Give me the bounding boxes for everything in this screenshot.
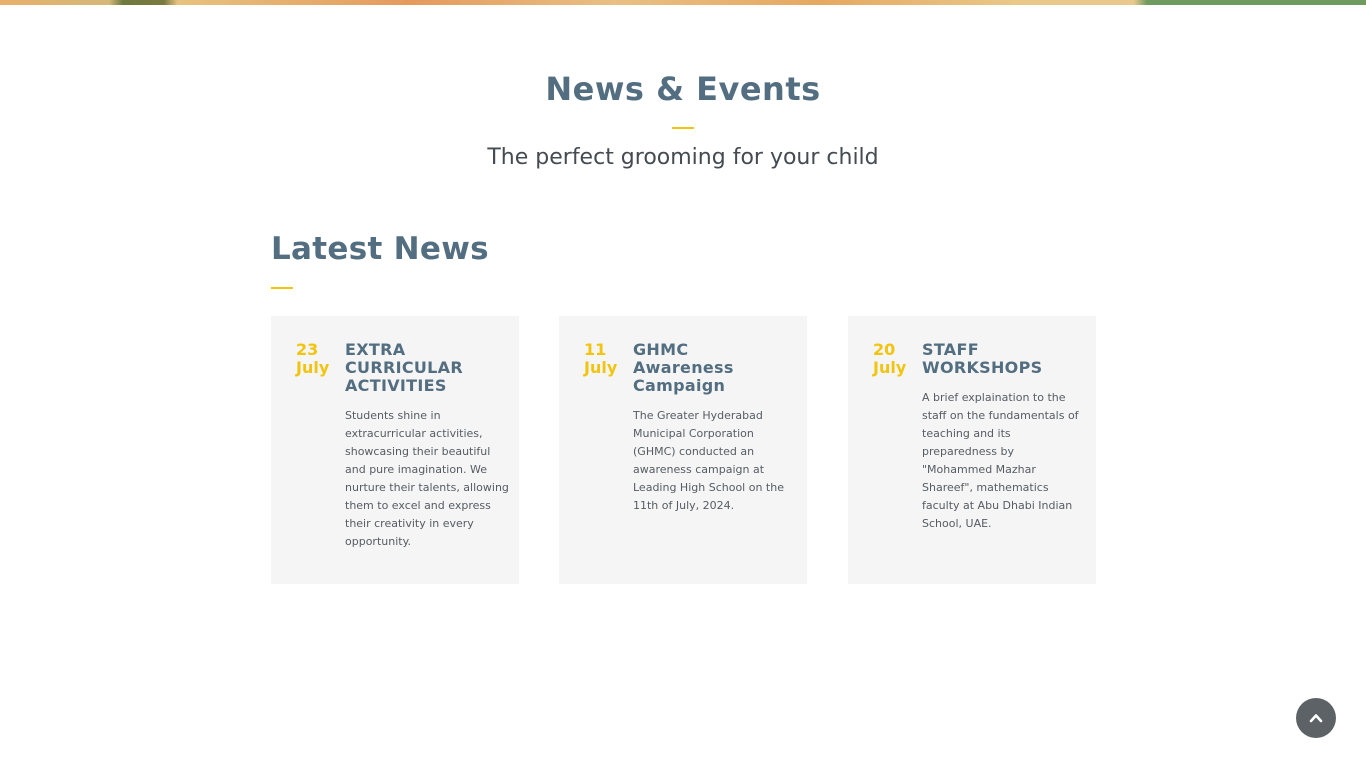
- news-body: A brief explaination to the staff on the…: [922, 391, 1079, 530]
- news-day: 23: [296, 340, 319, 359]
- news-month: July: [873, 358, 907, 377]
- news-card[interactable]: 20 July STAFF WORKSHOPS A brief explaina…: [848, 316, 1096, 584]
- news-day: 20: [873, 340, 896, 359]
- chevron-up-icon: [1309, 714, 1323, 723]
- news-date: 20 July: [873, 341, 917, 377]
- news-month: July: [584, 358, 618, 377]
- news-body: Students shine in extracurricular activi…: [345, 409, 509, 548]
- news-title[interactable]: STAFF WORKSHOPS: [922, 341, 1062, 377]
- section-subtitle: The perfect grooming for your child: [487, 145, 879, 170]
- news-card[interactable]: 11 July GHMC Awareness Campaign The Grea…: [559, 316, 807, 584]
- news-body: The Greater Hyderabad Municipal Corporat…: [633, 409, 784, 512]
- news-card[interactable]: 23 July EXTRA CURRICULAR ACTIVITIES Stud…: [271, 316, 519, 584]
- latest-news-heading: Latest News: [271, 231, 489, 267]
- news-month: July: [296, 358, 330, 377]
- news-date: 23 July: [296, 341, 340, 377]
- news-title[interactable]: GHMC Awareness Campaign: [633, 341, 783, 395]
- news-day: 11: [584, 340, 607, 359]
- news-title[interactable]: EXTRA CURRICULAR ACTIVITIES: [345, 341, 513, 395]
- title-divider: [672, 127, 694, 129]
- latest-news-divider: [271, 287, 293, 289]
- top-banner-image: [0, 0, 1366, 5]
- news-date: 11 July: [584, 341, 628, 377]
- section-title: News & Events: [545, 70, 821, 108]
- scroll-to-top-button[interactable]: [1296, 698, 1336, 738]
